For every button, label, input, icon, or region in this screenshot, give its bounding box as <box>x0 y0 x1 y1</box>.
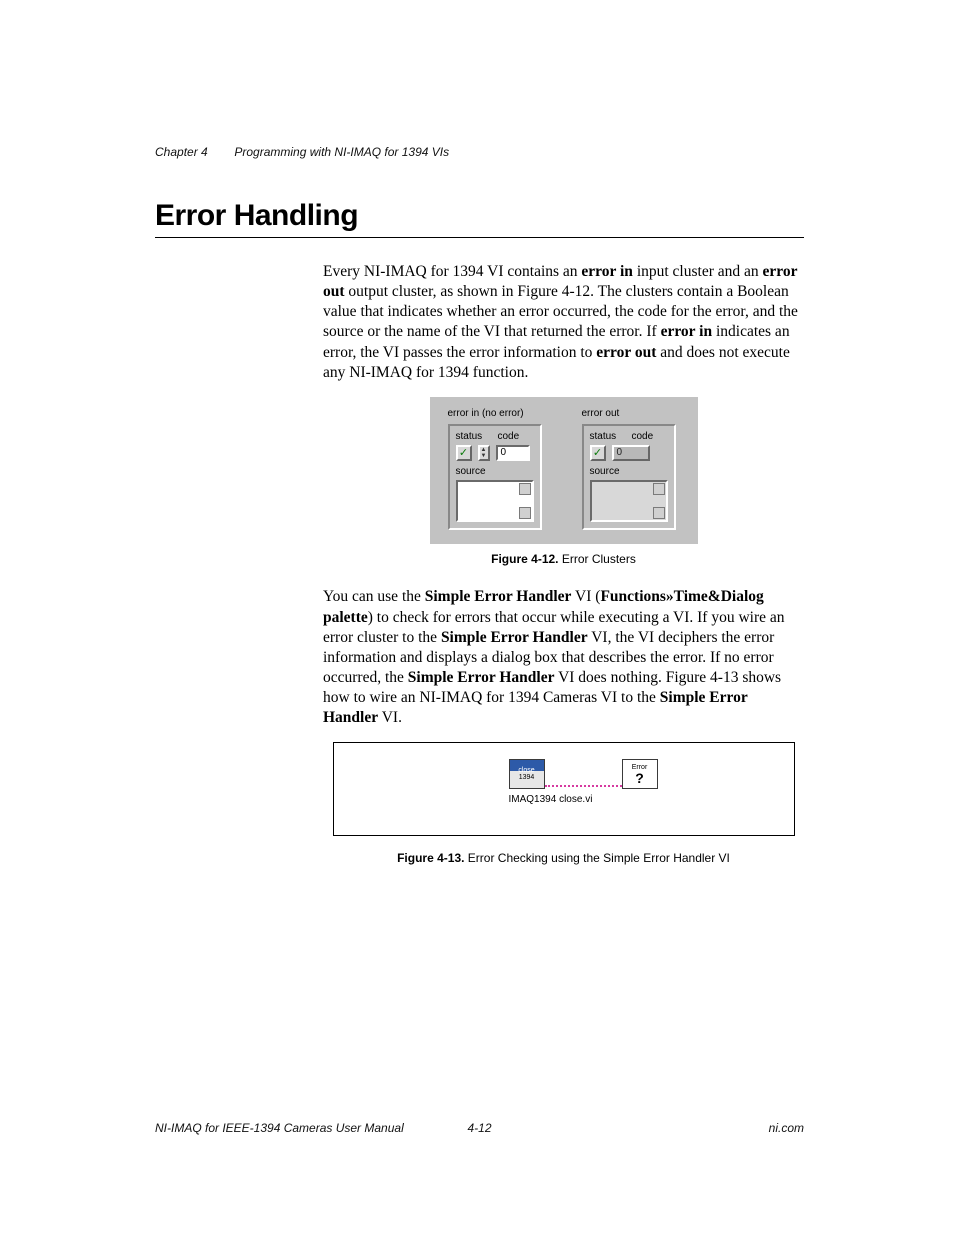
vi-name-label: IMAQ1394 close.vi <box>509 793 593 806</box>
status-label: status <box>590 431 617 442</box>
paragraph-2: You can use the Simple Error Handler VI … <box>323 587 804 728</box>
footer-page-number: 4-12 <box>467 1121 491 1135</box>
error-wire <box>545 785 622 787</box>
error-out-frame: status code ✓ 0 source <box>582 424 676 530</box>
source-label: source <box>590 465 668 478</box>
code-label: code <box>498 431 520 442</box>
figure-4-12-caption: Figure 4-12. Error Clusters <box>323 552 804 568</box>
error-out-title: error out <box>582 407 676 420</box>
source-text-indicator <box>590 480 668 522</box>
scroll-down-button[interactable] <box>653 507 665 519</box>
section-heading: Error Handling <box>155 199 804 233</box>
question-mark-icon: ? <box>635 771 644 785</box>
footer-manual-title: NI-IMAQ for IEEE-1394 Cameras User Manua… <box>155 1121 467 1135</box>
code-spinner[interactable]: ▲▼ <box>478 445 490 461</box>
code-value-field[interactable]: 0 <box>496 445 530 461</box>
scroll-down-button[interactable] <box>519 507 531 519</box>
block-diagram: close 1394 Error ? IMAQ1394 close.vi <box>333 742 795 836</box>
status-led[interactable]: ✓ <box>456 445 472 461</box>
heading-rule <box>155 237 804 238</box>
paragraph-1: Every NI-IMAQ for 1394 VI contains an er… <box>323 262 804 383</box>
source-label: source <box>456 465 534 478</box>
error-in-title: error in (no error) <box>448 407 542 420</box>
code-value-indicator: 0 <box>612 445 650 461</box>
scroll-up-button[interactable] <box>653 483 665 495</box>
body-text: Every NI-IMAQ for 1394 VI contains an er… <box>323 262 804 866</box>
chapter-title: Programming with NI-IMAQ for 1394 VIs <box>234 145 449 159</box>
status-led-indicator: ✓ <box>590 445 606 461</box>
imaq1394-close-vi-icon: close 1394 <box>509 759 545 789</box>
labview-front-panel: error in (no error) status code ✓ ▲▼ 0 <box>430 397 698 544</box>
chevron-down-icon: ▼ <box>480 453 488 459</box>
error-out-cluster: error out status code ✓ 0 source <box>582 407 676 530</box>
page-footer: NI-IMAQ for IEEE-1394 Cameras User Manua… <box>155 1121 804 1135</box>
running-header: Chapter 4 Programming with NI-IMAQ for 1… <box>155 145 804 159</box>
figure-4-13-caption: Figure 4-13. Error Checking using the Si… <box>323 851 804 867</box>
error-in-frame: status code ✓ ▲▼ 0 source <box>448 424 542 530</box>
simple-error-handler-vi-icon: Error ? <box>622 759 658 789</box>
figure-4-13: close 1394 Error ? IMAQ1394 close.vi <box>323 742 804 842</box>
close-icon-sublabel: 1394 <box>519 774 535 781</box>
chapter-label: Chapter 4 <box>155 145 208 159</box>
scroll-up-button[interactable] <box>519 483 531 495</box>
code-label: code <box>632 431 654 442</box>
footer-site: ni.com <box>492 1121 804 1135</box>
source-text-field[interactable] <box>456 480 534 522</box>
figure-4-12: error in (no error) status code ✓ ▲▼ 0 <box>323 397 804 544</box>
page: Chapter 4 Programming with NI-IMAQ for 1… <box>0 0 954 1235</box>
close-icon-label: close <box>518 767 534 774</box>
status-label: status <box>456 431 483 442</box>
error-in-cluster: error in (no error) status code ✓ ▲▼ 0 <box>448 407 542 530</box>
